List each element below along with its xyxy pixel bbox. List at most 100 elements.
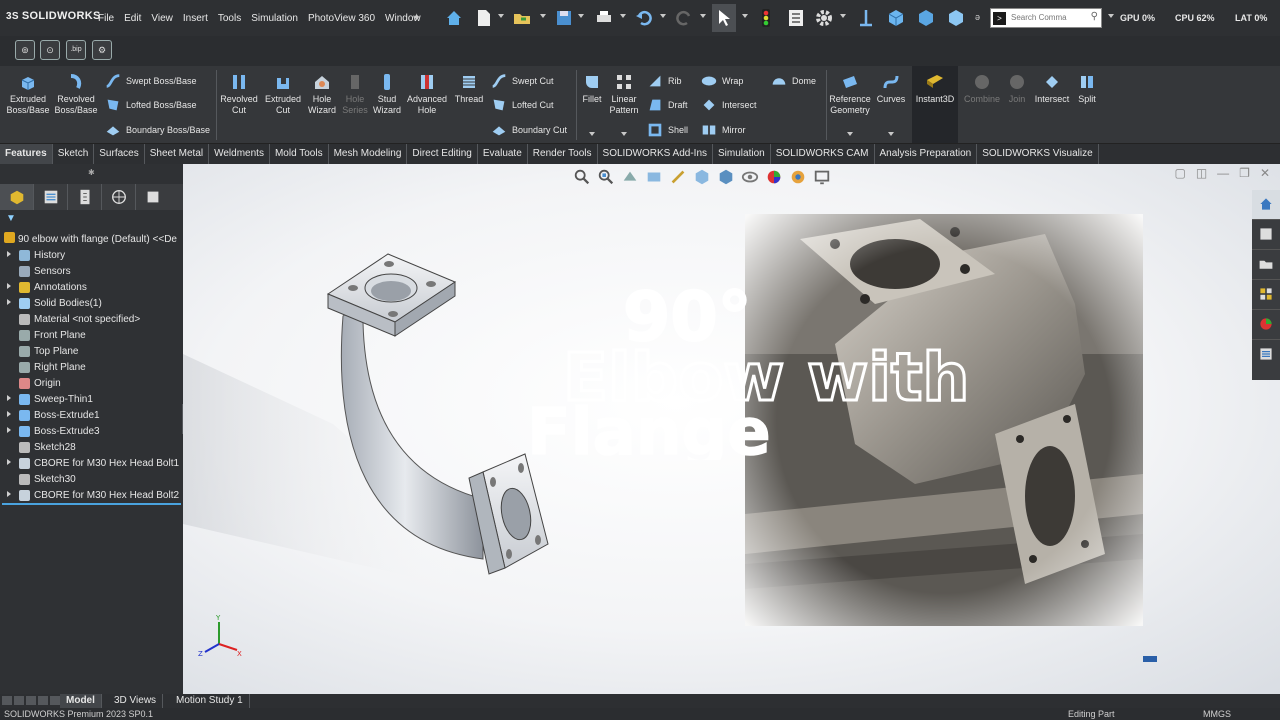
hide-show-items-icon[interactable] [741, 168, 759, 186]
expand-arrow-icon[interactable] [7, 459, 11, 465]
pin-icon[interactable]: ✦ [412, 11, 432, 31]
search-icon[interactable]: ⚲ [1091, 11, 1098, 22]
tab-direct-editing[interactable]: Direct Editing [407, 144, 478, 164]
panel-grip-icon[interactable]: ✱ [88, 168, 95, 177]
tab-evaluate[interactable]: Evaluate [478, 144, 528, 164]
tab-render-tools[interactable]: Render Tools [528, 144, 598, 164]
expand-arrow-icon[interactable] [7, 411, 11, 417]
tab-analysis-preparation[interactable]: Analysis Preparation [875, 144, 978, 164]
tab-surfaces[interactable]: Surfaces [94, 144, 145, 164]
view-palette-icon[interactable] [1252, 280, 1280, 310]
propertymanager-tab-icon[interactable] [34, 184, 68, 210]
revolved-cut-button[interactable]: Revolved Cut [218, 72, 260, 116]
boundary-cut-button[interactable]: Boundary Cut [490, 121, 567, 139]
extruded-cut-button[interactable]: Extruded Cut [262, 72, 304, 116]
previous-view-icon[interactable] [621, 168, 639, 186]
save-dropdown-caret[interactable] [578, 14, 584, 18]
tab-simulation[interactable]: Simulation [713, 144, 771, 164]
rebuild-traffic-light-icon[interactable] [756, 8, 776, 28]
pattern-dropdown-caret[interactable] [621, 132, 627, 136]
curves-button[interactable]: Curves [874, 72, 908, 105]
ambient-occlusion-button[interactable]: ⊙ [40, 40, 60, 60]
options-dropdown-caret[interactable] [840, 14, 846, 18]
drawing-cube-icon[interactable] [946, 8, 966, 28]
linear-pattern-button[interactable]: Linear Pattern [606, 72, 642, 116]
part-cube-icon[interactable] [886, 8, 906, 28]
design-library-icon[interactable] [1252, 220, 1280, 250]
tab-sketch[interactable]: Sketch [53, 144, 95, 164]
intersect-button[interactable]: Intersect [700, 96, 757, 114]
undo-icon[interactable] [634, 8, 654, 28]
tab-mold-tools[interactable]: Mold Tools [270, 144, 329, 164]
restore-window-icon[interactable]: ❐ [1239, 166, 1250, 180]
display-manager-tab-icon[interactable] [136, 184, 170, 210]
advanced-hole-button[interactable]: Advanced Hole [404, 72, 450, 116]
tab-scroll-arrows[interactable] [2, 696, 60, 705]
print-dropdown-caret[interactable] [620, 14, 626, 18]
menu-view[interactable]: View [151, 13, 173, 24]
save-icon[interactable] [554, 8, 574, 28]
reference-geometry-caret[interactable] [847, 132, 853, 136]
curves-dropdown-caret[interactable] [888, 132, 894, 136]
extruded-boss-button[interactable]: Extruded Boss/Base [6, 72, 50, 116]
tree-root-part[interactable]: 90 elbow with flange (Default) <<De [4, 232, 177, 245]
dome-button[interactable]: Dome [770, 72, 816, 90]
select-dropdown-caret[interactable] [742, 14, 748, 18]
tab-solidworks-visualize[interactable]: SOLIDWORKS Visualize [977, 144, 1099, 164]
more-tools-icon[interactable]: ə [975, 12, 980, 22]
zoom-to-area-icon[interactable] [597, 168, 615, 186]
intersect-body-button[interactable]: Intersect [1032, 72, 1072, 105]
display-style-icon[interactable] [717, 168, 735, 186]
shell-button[interactable]: Shell [646, 121, 688, 139]
print-icon[interactable] [594, 8, 614, 28]
fillet-button[interactable]: Fillet [578, 72, 606, 105]
draft-button[interactable]: Draft [646, 96, 688, 114]
expand-arrow-icon[interactable] [7, 299, 11, 305]
realview-button[interactable]: ⊚ [15, 40, 35, 60]
combine-button[interactable]: Combine [962, 72, 1002, 105]
home-icon[interactable] [444, 8, 464, 28]
appearances-scenes-icon[interactable] [1252, 310, 1280, 340]
dimxpert-tab-icon[interactable] [102, 184, 136, 210]
new-document-icon[interactable] [474, 8, 494, 28]
expand-arrow-icon[interactable] [7, 491, 11, 497]
expand-arrow-icon[interactable] [7, 283, 11, 289]
dynamic-annotation-icon[interactable] [669, 168, 687, 186]
revolved-boss-button[interactable]: Revolved Boss/Base [54, 72, 98, 116]
wrap-button[interactable]: Wrap [700, 72, 743, 90]
minimize-window-icon[interactable]: — [1217, 166, 1229, 180]
tab-features[interactable]: Features [0, 144, 53, 164]
tab-motion-study-1[interactable]: Motion Study 1 [170, 694, 250, 708]
expand-arrow-icon[interactable] [7, 251, 11, 257]
select-pointer-icon[interactable] [712, 4, 736, 32]
options-gear-icon[interactable] [814, 8, 834, 28]
hole-wizard-button[interactable]: Hole Wizard [302, 72, 342, 116]
menu-simulation[interactable]: Simulation [251, 13, 298, 24]
section-view-icon[interactable] [645, 168, 663, 186]
fillet-dropdown-caret[interactable] [589, 132, 595, 136]
boundary-boss-button[interactable]: Boundary Boss/Base [104, 121, 210, 139]
swept-boss-button[interactable]: Swept Boss/Base [104, 72, 197, 90]
view-orientation-icon[interactable] [693, 168, 711, 186]
rib-button[interactable]: Rib [646, 72, 682, 90]
edit-appearance-icon[interactable] [765, 168, 783, 186]
apply-scene-icon[interactable] [789, 168, 807, 186]
thread-button[interactable]: Thread [452, 72, 486, 105]
featuremanager-tab-icon[interactable] [0, 184, 34, 210]
menu-photoview[interactable]: PhotoView 360 [308, 13, 375, 24]
tab-model[interactable]: Model [60, 694, 102, 708]
menu-edit[interactable]: Edit [124, 13, 141, 24]
expand-arrow-icon[interactable] [7, 427, 11, 433]
zoom-to-fit-icon[interactable] [573, 168, 591, 186]
assembly-cube-icon[interactable] [916, 8, 936, 28]
open-folder-icon[interactable] [512, 8, 532, 28]
split-window-icon[interactable]: ◫ [1196, 166, 1207, 180]
tab-mesh-modeling[interactable]: Mesh Modeling [329, 144, 408, 164]
reference-geometry-button[interactable]: Reference Geometry [828, 72, 872, 116]
lofted-boss-button[interactable]: Lofted Boss/Base [104, 96, 197, 114]
tab-solidworks-cam[interactable]: SOLIDWORKS CAM [771, 144, 875, 164]
close-window-icon[interactable]: ✕ [1260, 166, 1270, 180]
redo-dropdown-caret[interactable] [700, 14, 706, 18]
file-explorer-icon[interactable] [1252, 250, 1280, 280]
tile-window-icon[interactable]: ▢ [1174, 166, 1185, 180]
